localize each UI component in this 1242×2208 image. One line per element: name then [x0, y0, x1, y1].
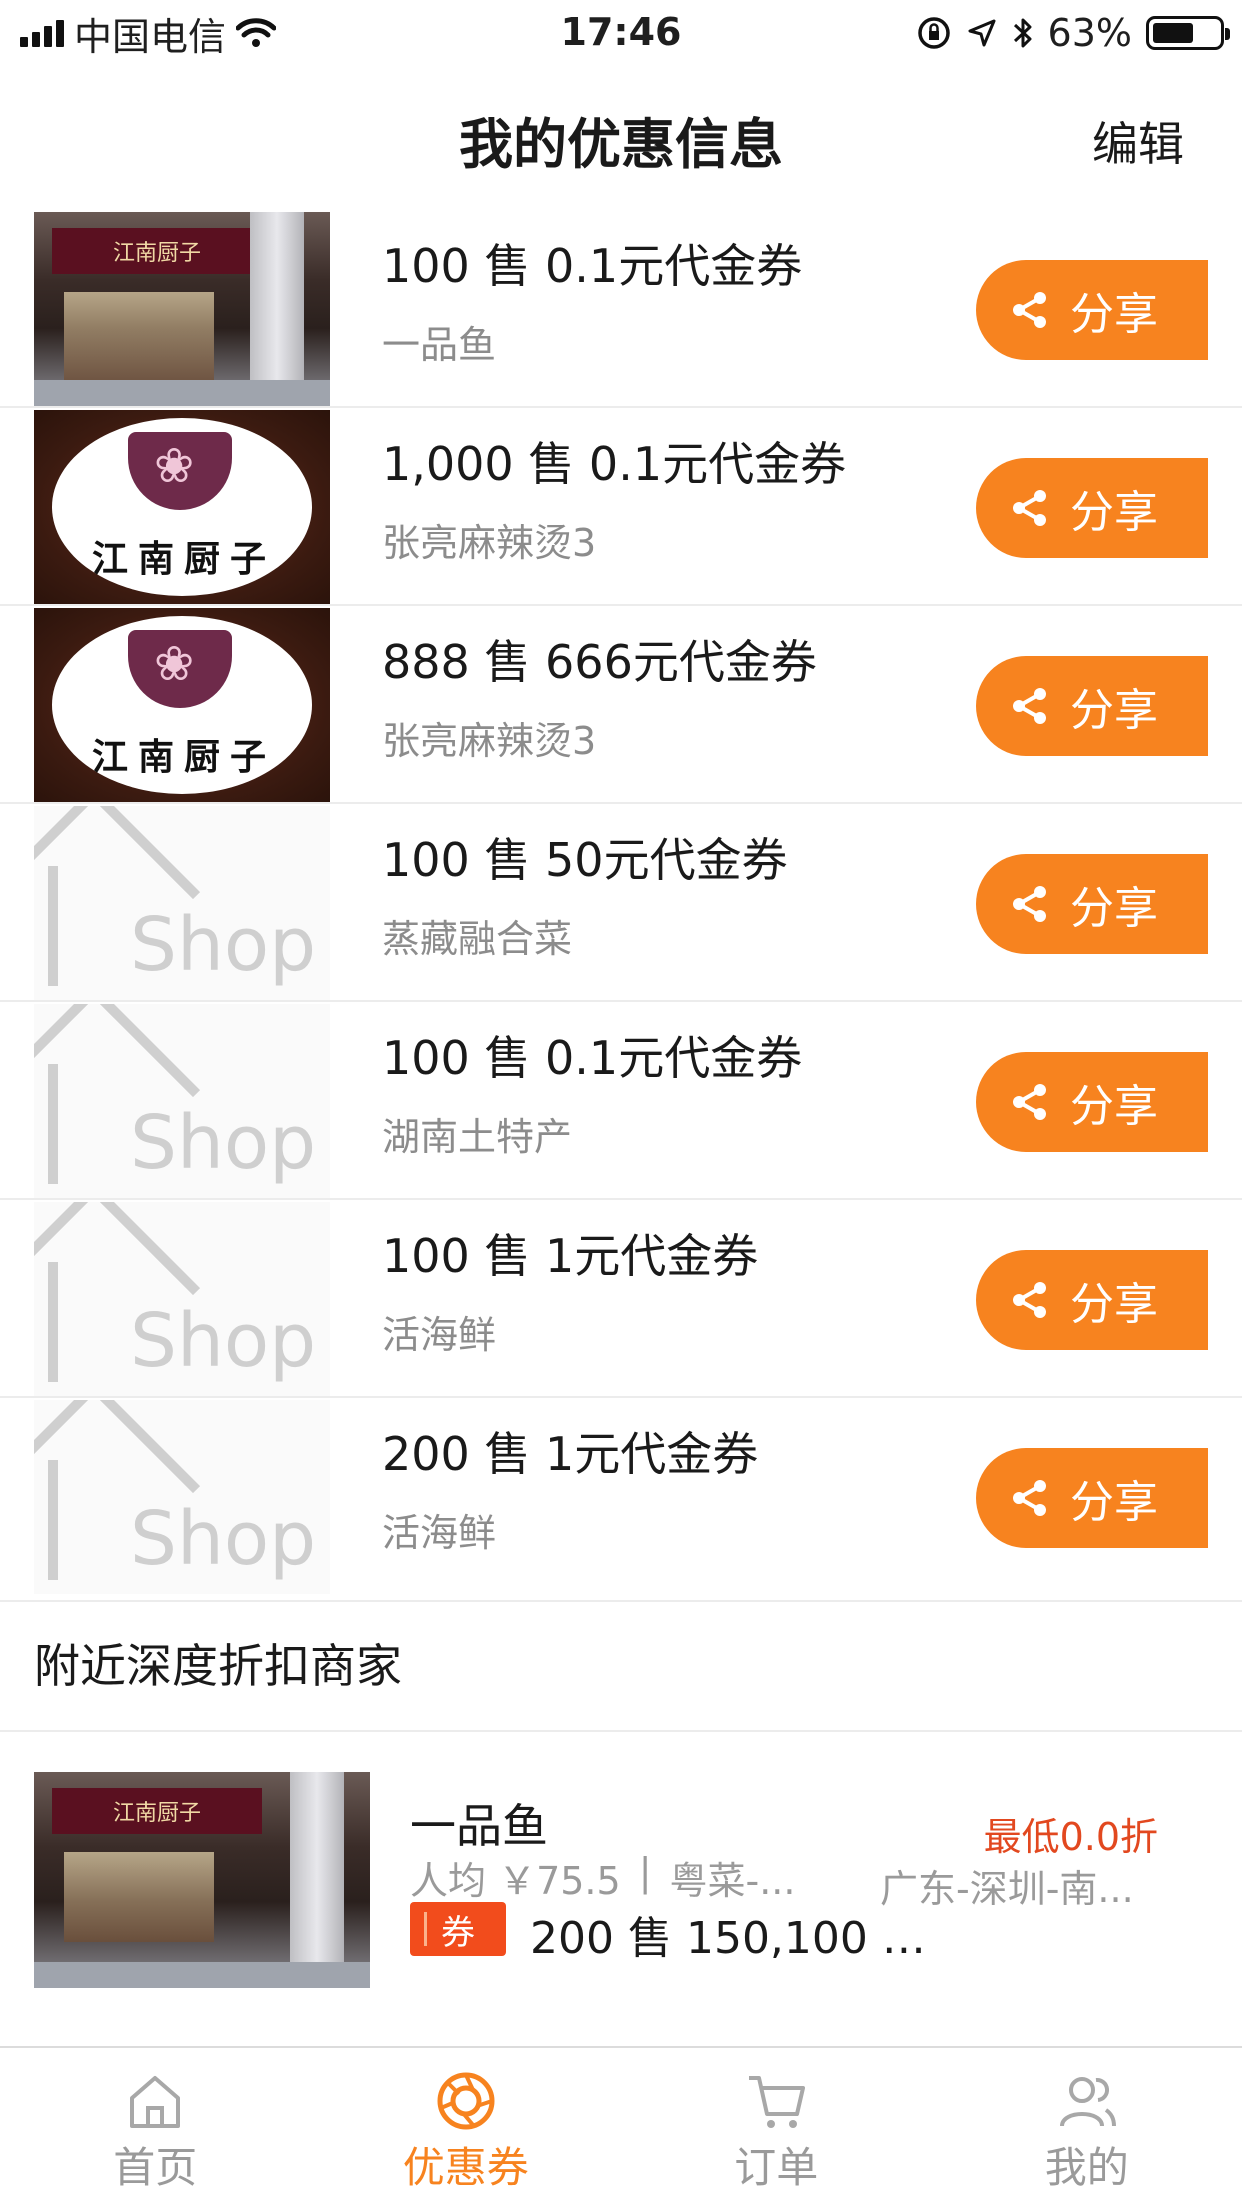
- coupon-icon: [437, 2072, 495, 2130]
- voucher-badge: 券: [410, 1902, 506, 1956]
- tab-label: 订单: [734, 2143, 819, 2192]
- placeholder-text: Shop: [130, 1496, 317, 1582]
- coupon-row[interactable]: Shop 200 售 1元代金券活海鲜 分享: [0, 1398, 1242, 1596]
- section-divider: [0, 1600, 1242, 1602]
- share-label: 分享: [1070, 487, 1158, 538]
- coupon-thumbnail: 江南厨子: [34, 212, 330, 406]
- coupon-title: 100 售 1元代金券: [382, 1229, 759, 1283]
- orientation-lock-icon: [917, 17, 950, 49]
- tab-orders[interactable]: 订单: [621, 2048, 932, 2208]
- share-icon: [1013, 886, 1046, 922]
- coupon-row[interactable]: 江南厨子 1,000 售 0.1元代金券张亮麻辣烫3 分享: [0, 408, 1242, 606]
- status-bar: 中国电信 17:46 63%: [0, 0, 1242, 66]
- section-divider: [0, 1730, 1242, 1732]
- coupon-shop-name: 张亮麻辣烫3: [382, 521, 597, 565]
- coupon-shop-name: 活海鲜: [382, 1313, 497, 1357]
- tab-mine[interactable]: 我的: [932, 2048, 1242, 2208]
- tab-label: 首页: [113, 2143, 198, 2192]
- nav-header: 我的优惠信息 编辑: [0, 66, 1242, 206]
- share-icon: [1013, 292, 1046, 328]
- coupon-shop-name: 张亮麻辣烫3: [382, 719, 597, 763]
- share-icon: [1013, 1084, 1046, 1120]
- merchant-deals: 200 售 150,100 售...: [530, 1913, 962, 1964]
- coupon-title: 888 售 666元代金券: [382, 635, 817, 689]
- placeholder-text: Shop: [130, 902, 317, 988]
- logo-text: 江南厨子: [91, 736, 276, 778]
- cart-icon: [749, 2076, 806, 2128]
- tab-home[interactable]: 首页: [0, 2048, 311, 2208]
- nearby-section-title: 附近深度折扣商家: [34, 1639, 402, 1693]
- coupon-title: 100 售 0.1元代金券: [382, 1031, 803, 1085]
- share-button[interactable]: 分享: [976, 260, 1208, 360]
- coupon-thumbnail: Shop: [34, 806, 330, 1000]
- merchant-meta: 人均 ￥75.5 | 粤菜-...: [410, 1850, 795, 1905]
- share-label: 分享: [1070, 1279, 1158, 1330]
- share-icon: [1013, 688, 1046, 724]
- merchant-cuisine: 粤菜-...: [669, 1859, 796, 1903]
- share-button[interactable]: 分享: [976, 1250, 1208, 1350]
- store-sign: 江南厨子: [52, 228, 262, 274]
- bluetooth-icon: [1013, 18, 1032, 48]
- merchant-discount: 最低0.0折: [983, 1815, 1158, 1859]
- share-label: 分享: [1070, 289, 1158, 340]
- share-button[interactable]: 分享: [976, 458, 1208, 558]
- merchant-avg-price: 人均 ￥75.5: [410, 1859, 621, 1903]
- status-right: 63%: [916, 10, 1230, 56]
- coupon-shop-name: 活海鲜: [382, 1511, 497, 1555]
- share-button[interactable]: 分享: [976, 854, 1208, 954]
- home-icon: [130, 2076, 181, 2128]
- share-icon: [1013, 1480, 1046, 1516]
- coupon-thumbnail: Shop: [34, 1400, 330, 1594]
- share-label: 分享: [1070, 1081, 1158, 1132]
- coupon-title: 1,000 售 0.1元代金券: [382, 437, 847, 491]
- coupon-thumbnail: Shop: [34, 1004, 330, 1198]
- coupon-title: 100 售 50元代金券: [382, 833, 788, 887]
- coupon-title: 100 售 0.1元代金券: [382, 239, 803, 293]
- coupon-row[interactable]: 江南厨子 888 售 666元代金券张亮麻辣烫3 分享: [0, 606, 1242, 804]
- coupon-thumbnail: 江南厨子: [34, 410, 330, 604]
- user-icon: [1059, 2077, 1116, 2127]
- coupon-row[interactable]: Shop 100 售 1元代金券活海鲜 分享: [0, 1200, 1242, 1398]
- meta-separator: |: [638, 1850, 652, 1894]
- coupon-list: 江南厨子100 售 0.1元代金券一品鱼分享江南厨子1,000 售 0.1元代金…: [0, 210, 1242, 1596]
- placeholder-text: Shop: [130, 1298, 317, 1384]
- tab-coupons[interactable]: 优惠券: [311, 2048, 622, 2208]
- placeholder-text: Shop: [130, 1100, 317, 1186]
- tab-label: 我的: [1044, 2143, 1129, 2192]
- share-label: 分享: [1070, 685, 1158, 736]
- share-label: 分享: [1070, 1477, 1158, 1528]
- coupon-row[interactable]: Shop 100 售 0.1元代金券湖南土特产 分享: [0, 1002, 1242, 1200]
- coupon-shop-name: 湖南土特产: [382, 1115, 573, 1159]
- merchant-thumbnail: 江南厨子: [34, 1772, 370, 1988]
- share-button[interactable]: 分享: [976, 1448, 1208, 1548]
- battery-icon: [1146, 16, 1230, 50]
- page-title: 我的优惠信息: [459, 113, 783, 176]
- merchant-name: 一品鱼: [410, 1799, 548, 1853]
- tab-bar: 首页 优惠券 订单 我的: [0, 2046, 1242, 2208]
- coupon-thumbnail: 江南厨子: [34, 608, 330, 802]
- coupon-row[interactable]: Shop 100 售 50元代金券蒸藏融合菜 分享: [0, 804, 1242, 1002]
- share-button[interactable]: 分享: [976, 1052, 1208, 1152]
- coupon-title: 200 售 1元代金券: [382, 1427, 759, 1481]
- share-label: 分享: [1070, 883, 1158, 934]
- battery-percent: 63%: [1047, 11, 1132, 55]
- coupon-shop-name: 蒸藏融合菜: [382, 917, 573, 961]
- share-button[interactable]: 分享: [976, 656, 1208, 756]
- store-sign: 江南厨子: [52, 1788, 262, 1834]
- edit-button[interactable]: 编辑: [1092, 108, 1184, 174]
- share-icon: [1013, 1282, 1046, 1318]
- coupon-shop-name: 一品鱼: [382, 323, 497, 367]
- coupon-thumbnail: Shop: [34, 1202, 330, 1396]
- merchant-card[interactable]: 江南厨子 一品鱼 最低0.0折 人均 ￥75.5 | 粤菜-... 广东-深圳-…: [0, 1762, 1242, 1998]
- tab-label: 优惠券: [402, 2143, 529, 2192]
- coupon-row[interactable]: 江南厨子 100 售 0.1元代金券一品鱼 分享: [0, 210, 1242, 408]
- location-icon: [968, 19, 996, 47]
- share-icon: [1013, 490, 1046, 526]
- logo-text: 江南厨子: [91, 538, 276, 580]
